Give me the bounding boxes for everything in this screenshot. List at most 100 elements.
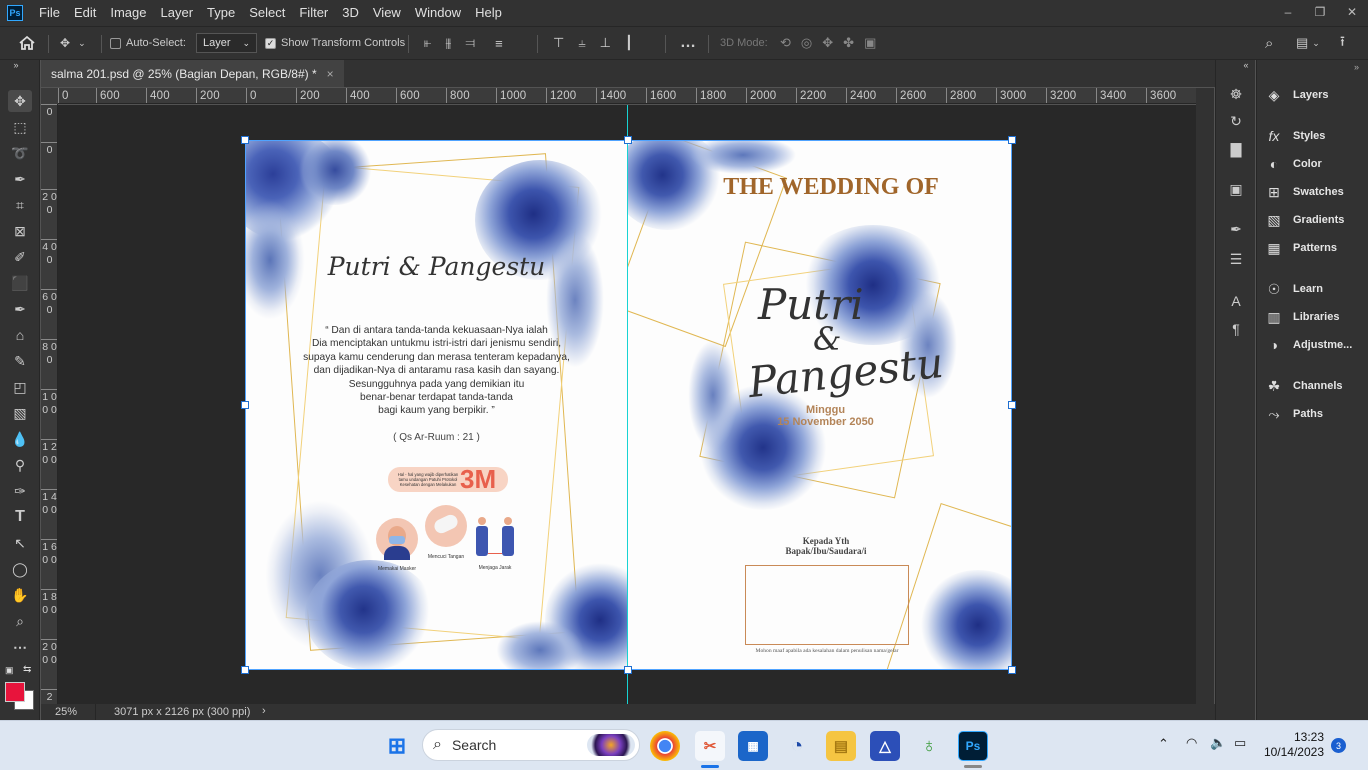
marquee-tool-icon[interactable]: ⬚ bbox=[8, 116, 32, 138]
transform-handle[interactable] bbox=[1008, 666, 1016, 674]
restore-icon[interactable]: ❐ bbox=[1304, 0, 1336, 24]
status-arrow-icon[interactable]: › bbox=[262, 705, 266, 717]
panel-styles[interactable]: fx Styles bbox=[1257, 123, 1368, 149]
foreground-color-swatch[interactable] bbox=[5, 682, 25, 702]
zoom-tool-icon[interactable]: ⌕ bbox=[8, 610, 32, 632]
blur-tool-icon[interactable]: 💧 bbox=[8, 428, 32, 450]
type-tool-icon[interactable]: T bbox=[8, 506, 32, 528]
more-tools-icon[interactable]: ⋯ bbox=[8, 636, 32, 658]
quick-select-tool-icon[interactable]: ✒ bbox=[8, 168, 32, 190]
distribute-vertical-icon[interactable]: ┃ bbox=[625, 35, 633, 51]
taskbar-clock[interactable]: 13:23 10/14/2023 bbox=[1264, 730, 1324, 760]
properties-icon[interactable]: ▣ bbox=[1224, 178, 1248, 200]
panel-channels[interactable]: ☘ Channels bbox=[1257, 373, 1368, 399]
auto-select-checkbox[interactable]: Auto-Select: bbox=[110, 27, 186, 59]
brush-tool-icon[interactable]: ✒ bbox=[8, 298, 32, 320]
align-bottom-icon[interactable]: ⊥ bbox=[600, 35, 611, 51]
histogram-icon[interactable]: ▇ bbox=[1224, 138, 1248, 160]
menu-image[interactable]: Image bbox=[103, 0, 153, 26]
move-tool-icon[interactable]: ✥ bbox=[8, 90, 32, 112]
align-left-icon[interactable]: ⫦ bbox=[424, 35, 431, 51]
align-right-icon[interactable]: ⫤ bbox=[465, 35, 475, 51]
notification-badge[interactable]: 3 bbox=[1331, 738, 1346, 753]
character-icon[interactable]: A bbox=[1224, 290, 1248, 312]
horizontal-ruler[interactable]: 0 600 400 200 0 200 400 600 800 1000 1200 1400 1600 1… bbox=[58, 88, 1196, 104]
zoom-level[interactable]: 25% bbox=[55, 706, 77, 718]
transform-bounding-box[interactable] bbox=[245, 140, 1012, 670]
menu-window[interactable]: Window bbox=[408, 0, 468, 26]
menu-layer[interactable]: Layer bbox=[154, 0, 201, 26]
share-icon[interactable]: ⭱ bbox=[1340, 27, 1345, 59]
menu-3d[interactable]: 3D bbox=[335, 0, 366, 26]
expand-icon[interactable]: « bbox=[1234, 60, 1258, 70]
transform-handle[interactable] bbox=[1008, 401, 1016, 409]
3d-roll-icon[interactable]: ◎ bbox=[801, 35, 812, 51]
windows-start-icon[interactable]: ⊞ bbox=[382, 731, 412, 761]
3d-pan-icon[interactable]: ✥ bbox=[822, 35, 833, 51]
panel-paths[interactable]: ⤳ Paths bbox=[1257, 401, 1368, 427]
crop-tool-icon[interactable]: ⌗ bbox=[8, 194, 32, 216]
panel-layers[interactable]: ◈ Layers bbox=[1257, 82, 1368, 108]
network-app-icon[interactable]: ♁ bbox=[914, 731, 944, 761]
shape-tool-icon[interactable]: ◯ bbox=[8, 558, 32, 580]
minimize-icon[interactable]: – bbox=[1272, 0, 1304, 24]
photoshop-taskbar-icon[interactable]: Ps bbox=[958, 731, 988, 761]
panel-swatches[interactable]: ⊞ Swatches bbox=[1257, 179, 1368, 205]
lasso-tool-icon[interactable]: ➰ bbox=[8, 142, 32, 164]
transform-handle[interactable] bbox=[241, 401, 249, 409]
canvas-area[interactable]: Putri & Pangestu “ Dan di antara tanda-t… bbox=[58, 105, 1196, 705]
snipping-tool-icon[interactable]: ✂ bbox=[695, 731, 725, 761]
edge-icon[interactable]: ◔ bbox=[782, 731, 812, 761]
collapse-panels-icon[interactable]: » bbox=[1354, 62, 1359, 72]
battery-icon[interactable]: ▭ bbox=[1234, 735, 1246, 751]
swap-colors-icon[interactable]: ⇆ bbox=[23, 664, 31, 675]
history-brush-icon[interactable]: ✎ bbox=[8, 350, 32, 372]
align-center-icon[interactable]: ⫵ bbox=[445, 35, 451, 51]
volume-icon[interactable]: 🔈 bbox=[1210, 735, 1226, 751]
3d-slide-icon[interactable]: ✤ bbox=[843, 35, 854, 51]
document-dimensions[interactable]: 3071 px x 2126 px (300 ppi) bbox=[114, 706, 250, 718]
default-colors-icon[interactable]: ▣ bbox=[5, 665, 14, 676]
transform-handle[interactable] bbox=[624, 136, 632, 144]
healing-tool-icon[interactable]: ⬛ bbox=[8, 272, 32, 294]
menu-view[interactable]: View bbox=[366, 0, 408, 26]
vertical-ruler[interactable]: 0 0 2 0 0 4 0 0 6 0 0 8 0 0 1 0 0 0 1 2 0 0 1 4 … bbox=[41, 104, 58, 704]
align-middle-icon[interactable]: ⫨ bbox=[578, 35, 585, 51]
app-icon[interactable]: △ bbox=[870, 731, 900, 761]
navigator-icon[interactable]: ☸ bbox=[1224, 83, 1248, 105]
taskbar-search[interactable]: ⌕ Search bbox=[422, 729, 640, 761]
hand-tool-icon[interactable]: ✋ bbox=[8, 584, 32, 606]
transform-handle[interactable] bbox=[624, 666, 632, 674]
menu-help[interactable]: Help bbox=[468, 0, 509, 26]
transform-handle[interactable] bbox=[241, 666, 249, 674]
align-top-icon[interactable]: ⊤ bbox=[553, 35, 564, 51]
collapse-icon[interactable]: » bbox=[4, 60, 28, 70]
tab-close-icon[interactable]: × bbox=[327, 67, 334, 81]
ruler-origin[interactable] bbox=[41, 88, 58, 104]
home-icon[interactable] bbox=[18, 27, 36, 59]
wifi-icon[interactable]: ◠ bbox=[1186, 735, 1197, 751]
vertical-scrollbar[interactable] bbox=[1196, 88, 1214, 704]
panel-libraries[interactable]: ▥ Libraries bbox=[1257, 304, 1368, 330]
brushes-icon[interactable]: ✒ bbox=[1224, 218, 1248, 240]
panel-color[interactable]: ◐ Color bbox=[1257, 151, 1368, 177]
chrome-icon[interactable] bbox=[650, 731, 680, 761]
close-icon[interactable]: ✕ bbox=[1336, 0, 1368, 24]
more-options-icon[interactable]: … bbox=[680, 27, 696, 59]
history-icon[interactable]: ↻ bbox=[1224, 110, 1248, 132]
gradient-tool-icon[interactable]: ▧ bbox=[8, 402, 32, 424]
dodge-tool-icon[interactable]: ⚲ bbox=[8, 454, 32, 476]
file-explorer-icon[interactable]: ▤ bbox=[826, 731, 856, 761]
search-icon[interactable]: ⌕ bbox=[1265, 27, 1273, 59]
menu-type[interactable]: Type bbox=[200, 0, 242, 26]
menu-filter[interactable]: Filter bbox=[292, 0, 335, 26]
show-transform-checkbox[interactable]: ✓ Show Transform Controls bbox=[265, 27, 405, 59]
3d-orbit-icon[interactable]: ⟲ bbox=[780, 35, 791, 51]
chevron-up-icon[interactable]: ⌃ bbox=[1158, 736, 1169, 752]
transform-handle[interactable] bbox=[1008, 136, 1016, 144]
frame-tool-icon[interactable]: ⊠ bbox=[8, 220, 32, 242]
layer-dropdown[interactable]: Layer ⌄ bbox=[196, 27, 258, 59]
3d-camera-icon[interactable]: ▣ bbox=[864, 35, 876, 51]
menu-file[interactable]: File bbox=[32, 0, 67, 26]
move-tool-icon[interactable]: ✥ ⌄ bbox=[60, 27, 86, 59]
